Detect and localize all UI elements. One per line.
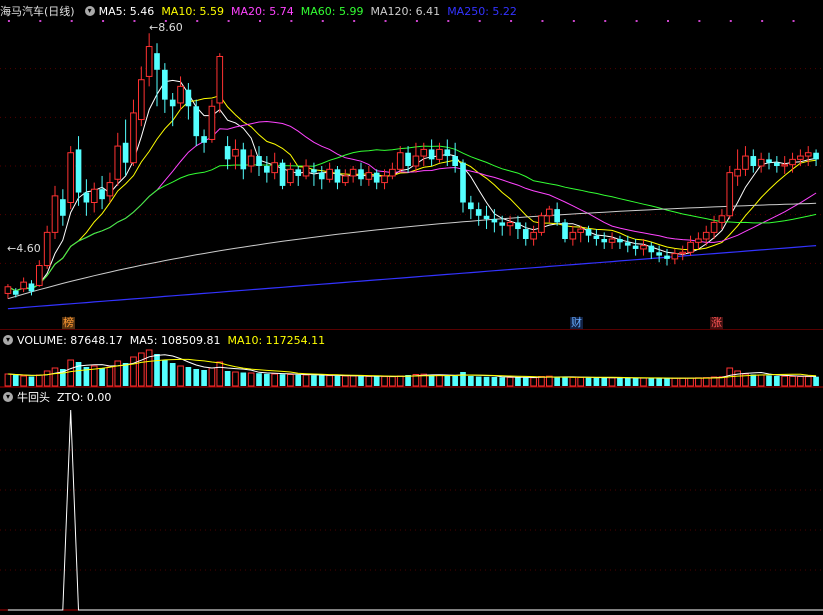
indicator-value: ZTO: 0.00 — [57, 390, 112, 404]
indicator-chart — [0, 409, 823, 611]
chevron-down-icon[interactable]: ▾ — [3, 392, 13, 402]
indicator-name: 牛回头 — [17, 391, 50, 404]
zto-line — [7, 409, 823, 611]
indicator-header: ▾ 牛回头 ZTO: 0.00 — [0, 390, 118, 404]
